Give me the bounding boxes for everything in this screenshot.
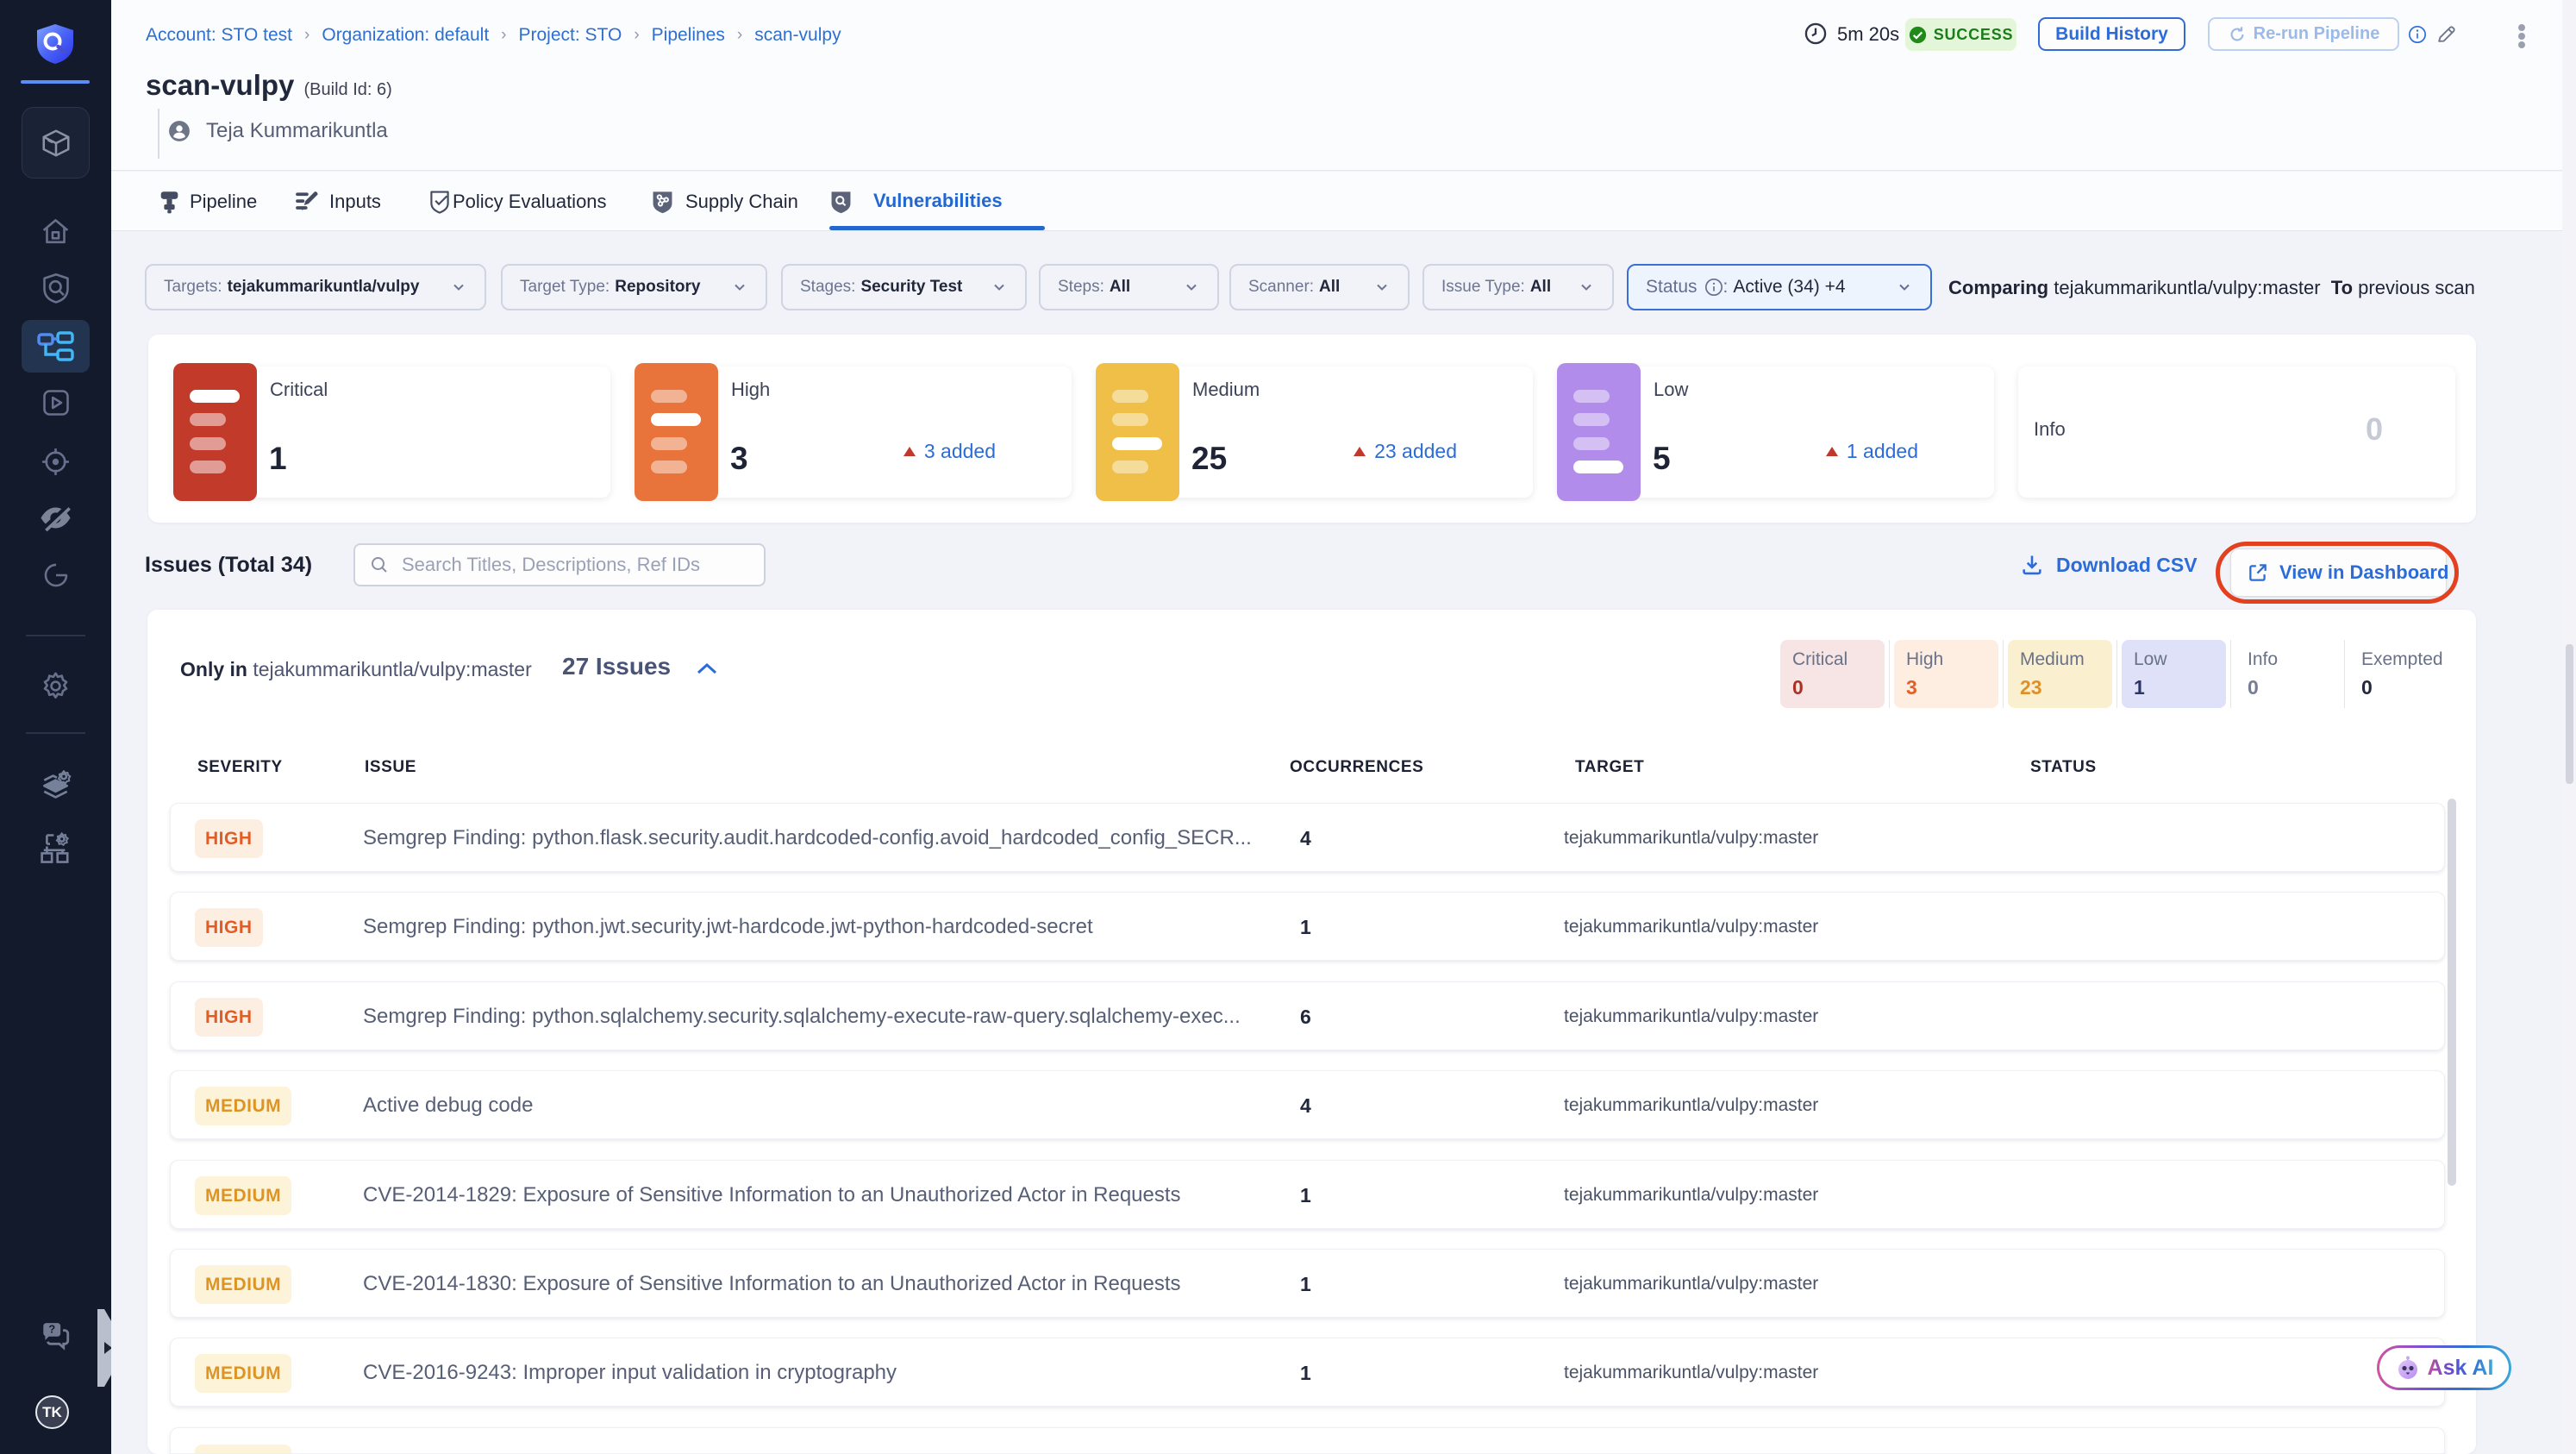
svg-text:?: ?	[48, 1323, 55, 1336]
